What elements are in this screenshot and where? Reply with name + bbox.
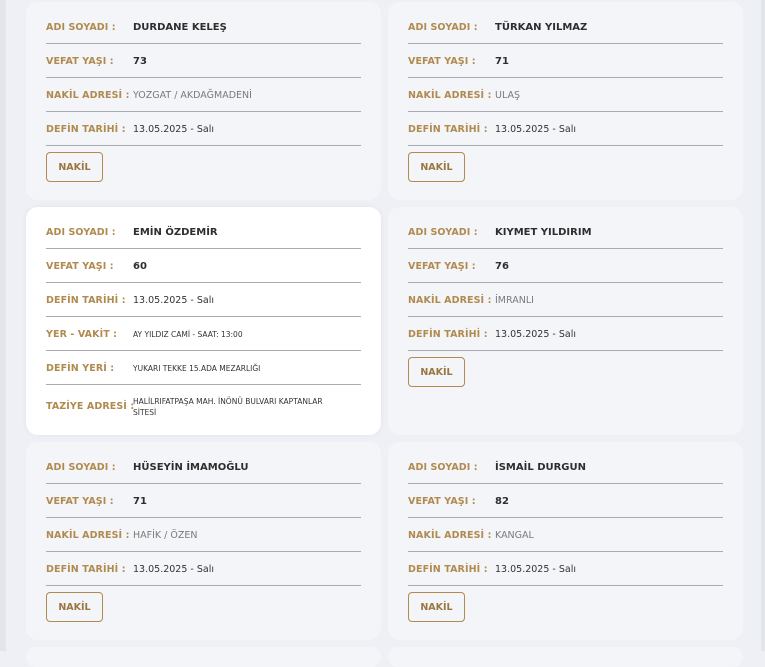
name-row: ADI SOYADI : EMİN ÖZDEMİR — [46, 215, 361, 249]
transfer-address-label: NAKİL ADRESİ : — [408, 90, 492, 101]
burial-date-label: DEFİN TARİHİ : — [46, 124, 126, 135]
age-row: VEFAT YAŞI : 73 — [46, 44, 361, 78]
burial-date-row: DEFİN TARİHİ : 13.05.2025 - Salı — [408, 317, 723, 351]
name-row: ADI SOYADI : TÜRKAN YILMAZ — [408, 10, 723, 44]
burial-date-label: DEFİN TARİHİ : — [408, 564, 488, 575]
transfer-address-label: NAKİL ADRESİ : — [408, 295, 492, 306]
name-value: DURDANE KELEŞ — [133, 22, 227, 33]
obituary-card-partial — [388, 647, 743, 667]
place-time-label: YER - VAKİT : — [46, 329, 118, 340]
transfer-address-label: NAKİL ADRESİ : — [46, 90, 130, 101]
transfer-button[interactable]: NAKİL — [408, 152, 465, 182]
transfer-address-value: ULAŞ — [495, 90, 520, 101]
age-value: 76 — [495, 261, 509, 272]
age-value: 71 — [133, 496, 147, 507]
condolence-address-label: TAZİYE ADRESİ : — [46, 401, 135, 412]
name-label: ADI SOYADI : — [46, 22, 116, 33]
age-value: 73 — [133, 56, 147, 67]
age-label: VEFAT YAŞI : — [46, 496, 114, 507]
transfer-address-row: NAKİL ADRESİ : HAFİK / ÖZEN — [46, 518, 361, 552]
obituary-card-detailed: ADI SOYADI : EMİN ÖZDEMİR VEFAT YAŞI : 6… — [26, 207, 381, 435]
burial-date-label: DEFİN TARİHİ : — [408, 124, 488, 135]
burial-date-row: DEFİN TARİHİ : 13.05.2025 - Salı — [408, 552, 723, 586]
age-label: VEFAT YAŞI : — [46, 261, 114, 272]
transfer-address-value: İMRANLI — [495, 295, 534, 306]
page-right-edge — [761, 0, 765, 651]
burial-date-row: DEFİN TARİHİ : 13.05.2025 - Salı — [46, 112, 361, 146]
age-value: 60 — [133, 261, 147, 272]
transfer-button[interactable]: NAKİL — [408, 592, 465, 622]
transfer-button[interactable]: NAKİL — [46, 152, 103, 182]
place-time-row: YER - VAKİT : AY YILDIZ CAMİ - SAAT: 13:… — [46, 317, 361, 351]
name-value: TÜRKAN YILMAZ — [495, 22, 588, 33]
burial-date-value: 13.05.2025 - Salı — [133, 564, 214, 575]
place-time-value: AY YILDIZ CAMİ - SAAT: 13:00 — [133, 330, 243, 339]
age-row: VEFAT YAŞI : 60 — [46, 249, 361, 283]
transfer-button[interactable]: NAKİL — [46, 592, 103, 622]
age-value: 82 — [495, 496, 509, 507]
name-row: ADI SOYADI : DURDANE KELEŞ — [46, 10, 361, 44]
name-value: İSMAİL DURGUN — [495, 462, 587, 473]
age-label: VEFAT YAŞI : — [408, 496, 476, 507]
burial-date-label: DEFİN TARİHİ : — [408, 329, 488, 340]
burial-date-row: DEFİN TARİHİ : 13.05.2025 - Salı — [46, 283, 361, 317]
burial-date-label: DEFİN TARİHİ : — [46, 295, 126, 306]
transfer-address-value: HAFİK / ÖZEN — [133, 530, 198, 541]
obituary-card: ADI SOYADI : İSMAİL DURGUN VEFAT YAŞI : … — [388, 442, 743, 640]
burial-place-label: DEFİN YERİ : — [46, 363, 115, 374]
name-row: ADI SOYADI : HÜSEYİN İMAMOĞLU — [46, 450, 361, 484]
burial-date-row: DEFİN TARİHİ : 13.05.2025 - Salı — [46, 552, 361, 586]
age-row: VEFAT YAŞI : 82 — [408, 484, 723, 518]
burial-date-value: 13.05.2025 - Salı — [133, 295, 214, 306]
transfer-address-label: NAKİL ADRESİ : — [46, 530, 130, 541]
condolence-address-value: HALİLRIFATPAŞA MAH. İNÖNÜ BULVARI KAPTAN… — [133, 396, 323, 417]
burial-date-value: 13.05.2025 - Salı — [133, 124, 214, 135]
transfer-address-label: NAKİL ADRESİ : — [408, 530, 492, 541]
age-value: 71 — [495, 56, 509, 67]
obituary-card: ADI SOYADI : KIYMET YILDIRIM VEFAT YAŞI … — [388, 207, 743, 435]
transfer-button[interactable]: NAKİL — [408, 357, 465, 387]
name-label: ADI SOYADI : — [46, 227, 116, 238]
obituary-card-partial — [26, 647, 381, 667]
transfer-address-row: NAKİL ADRESİ : KANGAL — [408, 518, 723, 552]
obituary-card: ADI SOYADI : HÜSEYİN İMAMOĞLU VEFAT YAŞI… — [26, 442, 381, 640]
name-row: ADI SOYADI : KIYMET YILDIRIM — [408, 215, 723, 249]
name-value: KIYMET YILDIRIM — [495, 227, 592, 238]
name-label: ADI SOYADI : — [46, 462, 116, 473]
obituary-card: ADI SOYADI : TÜRKAN YILMAZ VEFAT YAŞI : … — [388, 2, 743, 200]
name-label: ADI SOYADI : — [408, 227, 478, 238]
obituary-grid: ADI SOYADI : DURDANE KELEŞ VEFAT YAŞI : … — [26, 2, 743, 640]
age-label: VEFAT YAŞI : — [46, 56, 114, 67]
transfer-address-row: NAKİL ADRESİ : ULAŞ — [408, 78, 723, 112]
burial-place-value: YUKARI TEKKE 15.ADA MEZARLIĞI — [133, 364, 261, 373]
burial-date-value: 13.05.2025 - Salı — [495, 329, 576, 340]
name-label: ADI SOYADI : — [408, 22, 478, 33]
transfer-address-row: NAKİL ADRESİ : İMRANLI — [408, 283, 723, 317]
burial-date-label: DEFİN TARİHİ : — [46, 564, 126, 575]
name-value: HÜSEYİN İMAMOĞLU — [133, 462, 249, 473]
transfer-address-value: KANGAL — [495, 530, 534, 541]
burial-date-value: 13.05.2025 - Salı — [495, 124, 576, 135]
obituary-card: ADI SOYADI : DURDANE KELEŞ VEFAT YAŞI : … — [26, 2, 381, 200]
age-row: VEFAT YAŞI : 76 — [408, 249, 723, 283]
transfer-address-value: YOZGAT / AKDAĞMADENİ — [133, 90, 252, 101]
burial-date-row: DEFİN TARİHİ : 13.05.2025 - Salı — [408, 112, 723, 146]
burial-place-row: DEFİN YERİ : YUKARI TEKKE 15.ADA MEZARLI… — [46, 351, 361, 385]
page-left-edge — [0, 0, 6, 651]
age-label: VEFAT YAŞI : — [408, 261, 476, 272]
age-label: VEFAT YAŞI : — [408, 56, 476, 67]
condolence-address-row: TAZİYE ADRESİ : HALİLRIFATPAŞA MAH. İNÖN… — [46, 385, 361, 426]
age-row: VEFAT YAŞI : 71 — [408, 44, 723, 78]
burial-date-value: 13.05.2025 - Salı — [495, 564, 576, 575]
transfer-address-row: NAKİL ADRESİ : YOZGAT / AKDAĞMADENİ — [46, 78, 361, 112]
name-label: ADI SOYADI : — [408, 462, 478, 473]
name-value: EMİN ÖZDEMİR — [133, 227, 218, 238]
name-row: ADI SOYADI : İSMAİL DURGUN — [408, 450, 723, 484]
age-row: VEFAT YAŞI : 71 — [46, 484, 361, 518]
